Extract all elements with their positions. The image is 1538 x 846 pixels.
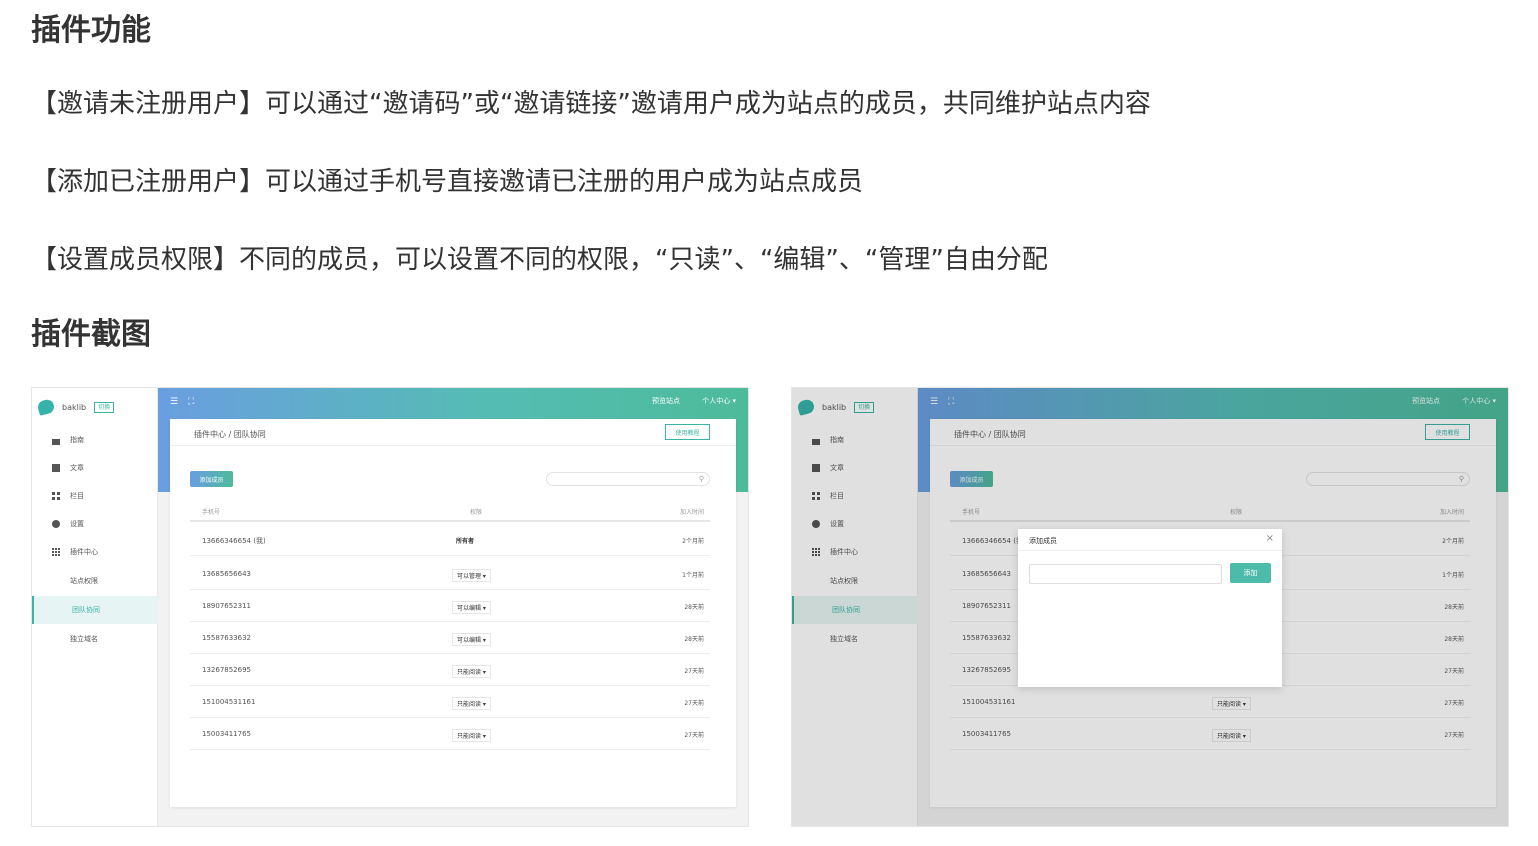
cell-phone: 18907652311	[202, 602, 251, 610]
permission-select[interactable]: 可以编辑 ▾	[452, 601, 491, 614]
bird-logo-icon	[36, 398, 56, 416]
table-header: 手机号 权限 加入时间	[190, 502, 710, 522]
cell-phone: 15003411765	[202, 730, 251, 738]
menu-item-settings[interactable]: 设置	[32, 510, 158, 538]
gear-icon	[52, 520, 60, 528]
table-row: 18907652311 可以编辑 ▾ 28天前	[190, 590, 710, 622]
brand-name: baklib	[62, 402, 87, 412]
feature-add-registered: 【添加已注册用户】可以通过手机号直接邀请已注册的用户成为站点成员	[31, 167, 864, 197]
cell-phone: 15587633632	[202, 634, 251, 642]
article-icon	[52, 464, 60, 472]
breadcrumb: 插件中心 / 团队协同	[194, 430, 266, 439]
permission-select[interactable]: 只能阅读 ▾	[452, 697, 491, 710]
cell-joined: 1个月前	[682, 572, 704, 579]
guide-icon	[52, 438, 60, 442]
fullscreen-icon[interactable]: ⛶	[188, 397, 194, 407]
cell-joined: 27天前	[684, 732, 704, 739]
menu-item-guide[interactable]: 指南	[32, 426, 158, 454]
cell-joined: 28天前	[684, 636, 704, 643]
menu-item-articles[interactable]: 文章	[32, 454, 158, 482]
heading-features: 插件功能	[31, 13, 151, 48]
menu-toggle-icon[interactable]: ☰	[170, 397, 178, 407]
apps-icon	[52, 548, 60, 556]
switch-button[interactable]: 切换	[94, 401, 115, 413]
menu-label: 指南	[70, 436, 84, 444]
tutorial-button[interactable]: 使用教程	[665, 424, 710, 440]
dialog-title: 添加成员	[1029, 537, 1057, 545]
table-row: 13267852695 只能阅读 ▾ 27天前	[190, 654, 710, 686]
permission-select[interactable]: 可以编辑 ▾	[452, 633, 491, 646]
table-row: 13666346654 (我) 所有者 2个月前	[190, 524, 710, 556]
cell-phone: 13666346654 (我)	[202, 537, 266, 545]
submenu-team-collab[interactable]: 团队协同	[32, 596, 158, 624]
table-row: 15003411765 只能阅读 ▾ 27天前	[190, 718, 710, 750]
permission-select[interactable]: 可以管理 ▾	[452, 569, 491, 582]
add-member-dialog: 添加成员 × 添加	[1018, 529, 1282, 687]
feature-invite-unregistered: 【邀请未注册用户】可以通过“邀请码”或“邀请链接”邀请用户成为站点的成员，共同维…	[31, 89, 1151, 119]
search-input[interactable]: ⚲	[546, 472, 710, 486]
menu-item-columns[interactable]: 栏目	[32, 482, 158, 510]
columns-icon	[52, 492, 60, 500]
table-row: 151004531161 只能阅读 ▾ 27天前	[190, 686, 710, 718]
content-card: 插件中心 / 团队协同 使用教程 添加成员 ⚲ 手机号 权限 加入时间 1366…	[170, 419, 736, 807]
cell-phone: 13267852695	[202, 666, 251, 674]
close-icon[interactable]: ×	[1266, 533, 1274, 544]
search-icon: ⚲	[698, 475, 704, 483]
cell-permission: 所有者	[452, 535, 479, 546]
cell-phone: 13685656643	[202, 570, 251, 578]
col-joined: 加入时间	[679, 509, 704, 516]
col-permission: 权限	[470, 509, 483, 516]
menu-label: 栏目	[70, 492, 84, 500]
preview-site-link[interactable]: 预览站点	[652, 396, 680, 406]
feature-set-permissions: 【设置成员权限】不同的成员，可以设置不同的权限，“只读”、“编辑”、“管理”自由…	[31, 245, 1048, 275]
menu-label: 文章	[70, 464, 84, 472]
cell-joined: 27天前	[684, 700, 704, 707]
sidebar: baklib 切换 指南 文章 栏目 设置 插件中心 站点权限 团队协同 独立域…	[32, 388, 158, 826]
menu-label: 设置	[70, 520, 84, 528]
permission-select[interactable]: 只能阅读 ▾	[452, 729, 491, 742]
menu-label: 插件中心	[70, 548, 98, 556]
screenshot-add-member-modal: baklib 切换 指南 文章 栏目 设置 插件中心 站点权限 团队协同 独立域…	[791, 387, 1509, 827]
profile-menu[interactable]: 个人中心 ▾	[702, 396, 736, 406]
confirm-add-button[interactable]: 添加	[1230, 563, 1271, 583]
screenshot-member-list: baklib 切换 指南 文章 栏目 设置 插件中心 站点权限 团队协同 独立域…	[31, 387, 749, 827]
add-member-button[interactable]: 添加成员	[190, 471, 233, 487]
cell-joined: 27天前	[684, 668, 704, 675]
heading-screenshots: 插件截图	[31, 317, 151, 352]
table-row: 15587633632 可以编辑 ▾ 28天前	[190, 622, 710, 654]
submenu-custom-domain[interactable]: 独立域名	[32, 625, 158, 653]
phone-input[interactable]	[1029, 564, 1222, 584]
cell-phone: 151004531161	[202, 698, 256, 706]
table-row: 13685656643 可以管理 ▾ 1个月前	[190, 558, 710, 590]
permission-select[interactable]: 只能阅读 ▾	[452, 665, 491, 678]
menu-item-plugin-center[interactable]: 插件中心	[32, 538, 158, 566]
cell-joined: 2个月前	[682, 538, 704, 545]
cell-joined: 28天前	[684, 604, 704, 611]
col-phone: 手机号	[202, 509, 221, 516]
submenu-site-permissions[interactable]: 站点权限	[32, 567, 158, 595]
